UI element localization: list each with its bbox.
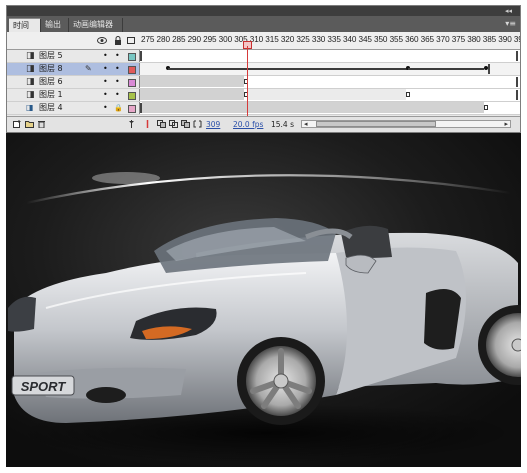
- collapse-panel-button[interactable]: ◂◂: [505, 6, 512, 16]
- layer-row[interactable]: ◨ 图层 1 • •: [7, 89, 520, 102]
- layer-cell: ◨ 图层 5 • •: [7, 50, 139, 62]
- modify-markers-icon[interactable]: [193, 120, 202, 128]
- layer-frames[interactable]: [139, 63, 520, 75]
- tab-timeline[interactable]: 时间轴: [9, 18, 41, 44]
- layer-list: ◨ 图层 5 • • ◨ 图层 8 ✎ • • ◨ 图层 6 • • ◨ 图层 …: [7, 50, 520, 116]
- layer-color-swatch[interactable]: [128, 92, 136, 100]
- scroll-to-playhead-icon[interactable]: [127, 120, 136, 128]
- keyframe-marker[interactable]: [140, 51, 142, 61]
- layer-frames[interactable]: [139, 89, 520, 101]
- panel-menu-icon[interactable]: ▾≡: [505, 18, 516, 30]
- span-end-marker: [516, 51, 518, 61]
- layer-name[interactable]: 图层 6: [39, 76, 63, 88]
- timeline-header: 275 280 285 290 295 300 305 310 315 320 …: [7, 32, 520, 50]
- layer-icon: ◨: [26, 77, 35, 87]
- layer-row[interactable]: ◨ 图层 6 • •: [7, 76, 520, 89]
- delete-layer-icon[interactable]: [37, 120, 46, 129]
- layer-color-swatch[interactable]: [128, 66, 136, 74]
- new-folder-icon[interactable]: [25, 120, 34, 128]
- panel-tabbar: 时间轴 输出 动画编辑器 ▾≡: [7, 16, 520, 44]
- tab-motion-editor[interactable]: 动画编辑器: [69, 18, 123, 32]
- layer-cell: ◨ 图层 4 • 🔒: [7, 102, 139, 114]
- layer-row[interactable]: ◨ 图层 5 • •: [7, 50, 520, 63]
- front-wheel: [237, 337, 325, 425]
- scrollbar-thumb[interactable]: [316, 121, 436, 127]
- layer-row[interactable]: ◨ 图层 8 ✎ • •: [7, 63, 520, 76]
- onion-skin-icon[interactable]: [157, 120, 166, 128]
- lock-dot[interactable]: •: [115, 63, 120, 75]
- timeline-panel: ◂◂ 时间轴 输出 动画编辑器 ▾≡ 275 280 285 290 295 3…: [6, 5, 521, 133]
- visibility-dot[interactable]: •: [103, 76, 108, 88]
- stage-artwork: SPORT: [6, 133, 521, 467]
- layer-name[interactable]: 图层 4: [39, 102, 63, 114]
- playhead-line: [247, 46, 248, 123]
- frame-ruler-numbers: 275 280 285 290 295 300 305 310 315 320 …: [141, 35, 520, 44]
- lock-icon[interactable]: [113, 35, 123, 46]
- layer-name[interactable]: 图层 8: [39, 63, 63, 75]
- sport-badge: SPORT: [11, 375, 75, 396]
- timeline-horizontal-scrollbar[interactable]: ◂ ▸: [301, 120, 511, 128]
- layer-name[interactable]: 图层 1: [39, 89, 63, 101]
- layer-icon: ◨: [26, 51, 35, 61]
- layer-icon: ◨: [26, 90, 35, 100]
- tab-output[interactable]: 输出: [41, 18, 69, 32]
- lock-dot[interactable]: •: [115, 76, 120, 88]
- scroll-right-arrow-icon[interactable]: ▸: [504, 120, 508, 128]
- blank-keyframe-marker[interactable]: [484, 105, 488, 110]
- eye-icon[interactable]: [97, 35, 107, 46]
- stage-canvas[interactable]: SPORT: [6, 133, 521, 467]
- visibility-dot[interactable]: •: [103, 102, 108, 114]
- layer-name[interactable]: 图层 5: [39, 50, 63, 62]
- frame-span: [140, 89, 244, 100]
- blank-keyframe-marker[interactable]: [406, 92, 410, 97]
- new-layer-icon[interactable]: [13, 120, 22, 128]
- scroll-left-arrow-icon[interactable]: ◂: [304, 120, 308, 128]
- motion-tween-span: [168, 68, 408, 70]
- visibility-dot[interactable]: •: [103, 89, 108, 101]
- timeline-footer: 309 20.0 fps 15.4 s ◂ ▸: [7, 116, 520, 132]
- layer-color-swatch[interactable]: [128, 79, 136, 87]
- layer-row[interactable]: ◨ 图层 4 • 🔒: [7, 102, 520, 115]
- layer-frames[interactable]: [139, 102, 520, 114]
- layer-frames[interactable]: [139, 76, 520, 88]
- visibility-dot[interactable]: •: [103, 50, 108, 62]
- pencil-icon: ✎: [85, 64, 92, 73]
- layer-cell: ◨ 图层 6 • •: [7, 76, 139, 88]
- outline-icon[interactable]: [126, 35, 136, 46]
- frame-span: [248, 89, 406, 100]
- edit-multiple-frames-icon[interactable]: [181, 120, 190, 128]
- layer-frames[interactable]: [139, 50, 520, 62]
- frame-rate-value[interactable]: 20.0 fps: [233, 119, 263, 130]
- lock-icon[interactable]: 🔒: [114, 102, 123, 114]
- span-end-marker: [516, 77, 518, 87]
- center-frame-icon[interactable]: [143, 120, 152, 128]
- frame-span: [142, 102, 484, 113]
- elapsed-time-value: 15.4 s: [271, 120, 294, 129]
- badge-text: SPORT: [21, 379, 67, 394]
- visibility-dot[interactable]: •: [103, 63, 108, 75]
- layer-color-swatch[interactable]: [128, 53, 136, 61]
- frame-span: [140, 76, 244, 87]
- current-frame-value[interactable]: 309: [206, 119, 220, 130]
- onion-skin-outlines-icon[interactable]: [169, 120, 178, 128]
- lock-dot[interactable]: •: [115, 89, 120, 101]
- motion-tween-span: [408, 68, 484, 70]
- lock-dot[interactable]: •: [115, 50, 120, 62]
- layer-color-swatch[interactable]: [128, 105, 136, 113]
- layer-icon: ◨: [26, 64, 35, 74]
- span-end-marker: [516, 90, 518, 100]
- layer-cell: ◨ 图层 8 ✎ • •: [7, 63, 139, 75]
- frame-ruler[interactable]: 275 280 285 290 295 300 305 310 315 320 …: [139, 32, 520, 49]
- mask-layer-icon: ◨: [26, 103, 34, 112]
- panel-titlebar[interactable]: ◂◂: [7, 6, 520, 16]
- span-end-marker: [488, 64, 490, 74]
- layer-cell: ◨ 图层 1 • •: [7, 89, 139, 101]
